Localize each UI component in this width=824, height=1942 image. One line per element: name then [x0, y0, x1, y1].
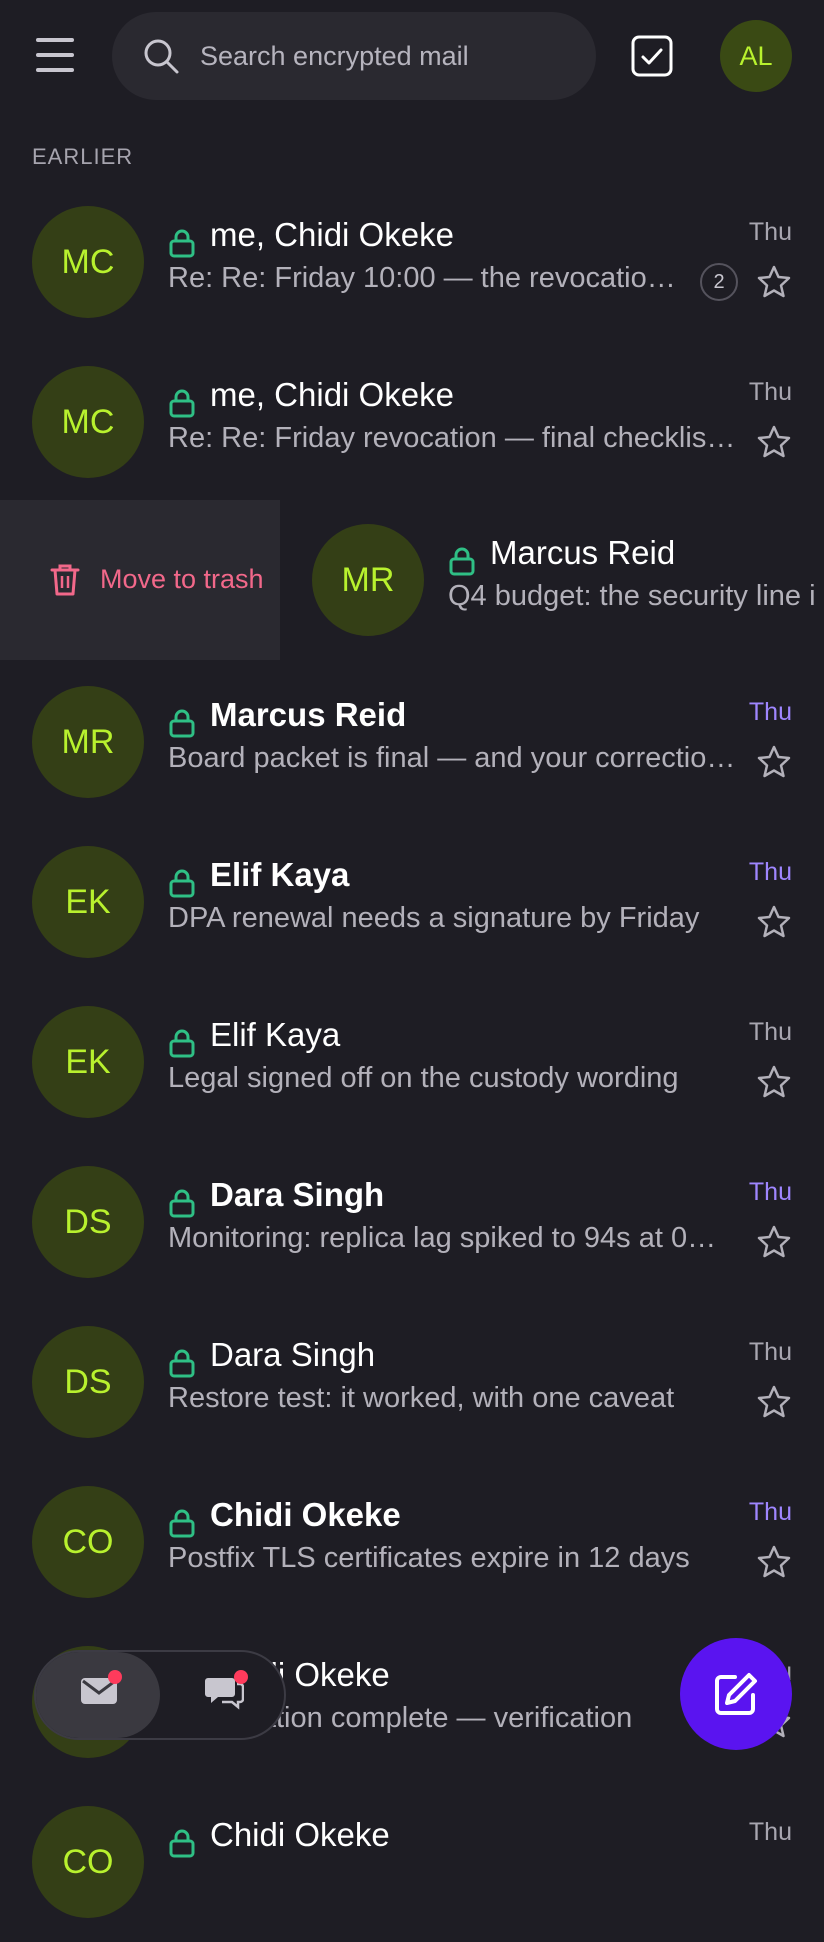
swipe-trash-action[interactable]: Move to trash	[0, 500, 280, 660]
nav-mail-button[interactable]	[36, 1652, 160, 1738]
checkbox-icon[interactable]	[630, 34, 674, 78]
avatar: CO	[32, 1806, 144, 1918]
chat-notification-dot	[234, 1670, 248, 1684]
lock-icon	[169, 1829, 195, 1858]
section-label: EARLIER	[32, 144, 134, 169]
message-preview: Board packet is final — and your correct…	[168, 742, 736, 774]
message-date: Thu	[748, 1338, 792, 1366]
sender-name: Dara Singh	[210, 1336, 376, 1373]
sender-name: me, Chidi Okeke	[210, 376, 454, 413]
avatar: EK	[32, 846, 144, 958]
message-preview: Q4 budget: the security line i	[448, 580, 816, 612]
avatar: MR	[32, 686, 144, 798]
sender-name: Dara Singh	[210, 1176, 385, 1213]
star-icon[interactable]	[756, 1064, 792, 1100]
lock-icon	[169, 1349, 195, 1378]
sender-name: Marcus Reid	[490, 534, 676, 571]
message-preview: Re: Re: Friday revocation — final checkl…	[168, 422, 738, 454]
sender-name: Chidi Okeke	[210, 1496, 401, 1533]
sender-name: Elif Kaya	[210, 856, 350, 893]
compose-icon	[715, 1673, 757, 1715]
message-date: Thu	[748, 1498, 792, 1526]
avatar: MC	[32, 366, 144, 478]
message-preview: Postfix TLS certificates expire in 12 da…	[168, 1542, 690, 1574]
message-preview: Legal signed off on the custody wording	[168, 1062, 679, 1094]
menu-icon[interactable]	[36, 38, 74, 72]
avatar: DS	[32, 1166, 144, 1278]
lock-icon	[169, 709, 195, 738]
star-icon[interactable]	[756, 424, 792, 460]
message-date: Thu	[748, 698, 792, 726]
message-row[interactable]: DS Dara Singh Monitoring: replica lag sp…	[0, 1142, 824, 1302]
lock-icon	[169, 229, 195, 258]
message-date: Thu	[748, 378, 792, 406]
star-icon[interactable]	[756, 1544, 792, 1580]
message-date: Thu	[748, 1818, 792, 1846]
avatar: DS	[32, 1326, 144, 1438]
message-row[interactable]: EK Elif Kaya Legal signed off on the cus…	[0, 982, 824, 1142]
message-row-swiped[interactable]: MR Marcus Reid Q4 budget: the security l…	[280, 500, 824, 660]
star-icon[interactable]	[756, 1384, 792, 1420]
message-row[interactable]: MC me, Chidi Okeke Re: Re: Friday 10:00 …	[0, 182, 824, 342]
message-row[interactable]: CO Chidi Okeke Thu	[0, 1782, 824, 1942]
message-row[interactable]: EK Elif Kaya DPA renewal needs a signatu…	[0, 822, 824, 982]
message-date: Thu	[748, 1018, 792, 1046]
search-bar[interactable]: Search encrypted mail	[112, 12, 596, 100]
message-date: Thu	[748, 218, 792, 246]
star-icon[interactable]	[756, 904, 792, 940]
message-preview: Monitoring: replica lag spiked to 94s at…	[168, 1222, 717, 1254]
lock-icon	[169, 869, 195, 898]
sender-name: Elif Kaya	[210, 1016, 341, 1053]
avatar: CO	[32, 1486, 144, 1598]
avatar: EK	[32, 1006, 144, 1118]
message-date: Thu	[748, 1178, 792, 1206]
message-preview: Re: Re: Friday 10:00 — the revocation …	[168, 262, 688, 294]
sender-name: Chidi Okeke	[210, 1816, 390, 1853]
message-date: Thu	[748, 858, 792, 886]
mail-notification-dot	[108, 1670, 122, 1684]
sender-name: me, Chidi Okeke	[210, 216, 454, 253]
lock-icon	[449, 547, 475, 576]
compose-button[interactable]	[680, 1638, 792, 1750]
lock-icon	[169, 389, 195, 418]
top-bar: Search encrypted mail AL	[0, 0, 824, 112]
bottom-nav	[34, 1650, 286, 1740]
search-input[interactable]: Search encrypted mail	[200, 12, 469, 100]
account-avatar[interactable]: AL	[720, 20, 792, 92]
trash-icon	[50, 564, 80, 596]
message-preview: DPA renewal needs a signature by Friday	[168, 902, 700, 934]
search-icon	[144, 39, 179, 74]
sender-name: Marcus Reid	[210, 696, 407, 733]
lock-icon	[169, 1029, 195, 1058]
star-icon[interactable]	[756, 264, 792, 300]
message-row[interactable]: MC me, Chidi Okeke Re: Re: Friday revoca…	[0, 342, 824, 502]
avatar: MR	[312, 524, 424, 636]
message-preview: Restore test: it worked, with one caveat	[168, 1382, 675, 1414]
avatar: MC	[32, 206, 144, 318]
message-row[interactable]: CO Chidi Okeke Postfix TLS certificates …	[0, 1462, 824, 1622]
lock-icon	[169, 1509, 195, 1538]
message-row[interactable]: MR Marcus Reid Board packet is final — a…	[0, 662, 824, 822]
star-icon[interactable]	[756, 744, 792, 780]
trash-label: Move to trash	[100, 564, 264, 594]
star-icon[interactable]	[756, 1224, 792, 1260]
lock-icon	[169, 1189, 195, 1218]
thread-count-badge: 2	[700, 263, 738, 301]
message-row[interactable]: DS Dara Singh Restore test: it worked, w…	[0, 1302, 824, 1462]
